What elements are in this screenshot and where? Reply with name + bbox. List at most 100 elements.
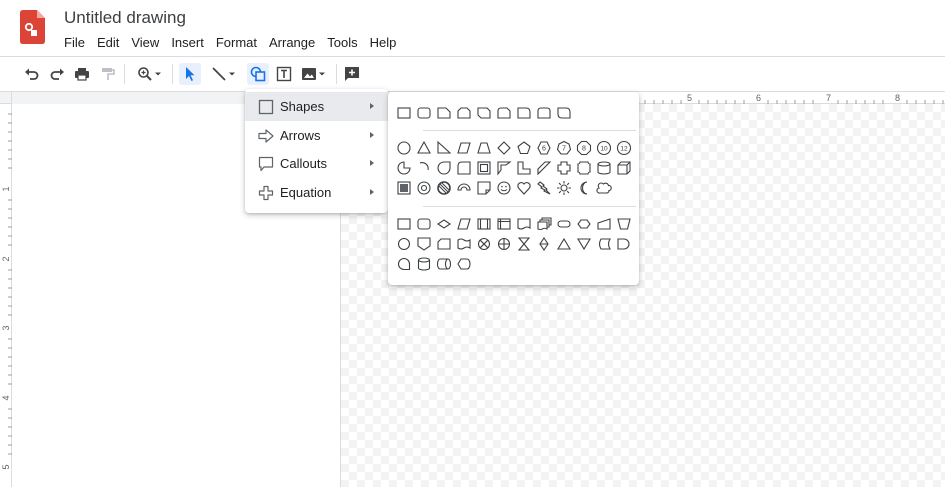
hexagon-6-shape-icon[interactable]: 6 <box>536 140 552 156</box>
half-frame-shape-icon[interactable] <box>496 160 512 176</box>
flowchart-extract-shape-icon[interactable] <box>556 236 572 252</box>
rectangle-shape-icon[interactable] <box>396 105 412 121</box>
frame-shape-icon[interactable] <box>476 160 492 176</box>
flowchart-process-shape-icon[interactable] <box>396 216 412 232</box>
snip-same-side-shape-icon[interactable] <box>456 105 472 121</box>
dodecagon-12-shape-icon[interactable]: 12 <box>616 140 632 156</box>
menu-item-equation[interactable]: Equation <box>245 178 388 207</box>
smiley-face-shape-icon[interactable] <box>496 180 512 196</box>
flowchart-decision-shape-icon[interactable] <box>436 216 452 232</box>
menu-edit[interactable]: Edit <box>91 33 125 52</box>
flowchart-or-shape-icon[interactable] <box>496 236 512 252</box>
menu-view[interactable]: View <box>125 33 165 52</box>
bevel-shape-icon[interactable] <box>396 180 412 196</box>
octagon-8-shape-icon[interactable]: 8 <box>576 140 592 156</box>
moon-shape-icon[interactable] <box>576 180 592 196</box>
document-title[interactable]: Untitled drawing <box>64 8 186 28</box>
flowchart-summing-junction-shape-icon[interactable] <box>476 236 492 252</box>
shape-button[interactable] <box>247 63 269 85</box>
parallelogram-shape-icon[interactable] <box>456 140 472 156</box>
flowchart-merge-shape-icon[interactable] <box>576 236 592 252</box>
drawings-logo-icon[interactable] <box>20 10 45 44</box>
flowchart-punched-tape-shape-icon[interactable] <box>456 236 472 252</box>
sun-shape-icon[interactable] <box>556 180 572 196</box>
menu-file[interactable]: File <box>58 33 91 52</box>
text-box-button[interactable] <box>274 63 294 85</box>
menu-insert[interactable]: Insert <box>165 33 210 52</box>
toolbar-separator <box>336 64 337 84</box>
menu-item-label: Arrows <box>280 128 321 143</box>
flowchart-delay-2-shape-icon[interactable] <box>616 236 632 252</box>
paint-format-button[interactable] <box>99 63 117 85</box>
heptagon-7-shape-icon[interactable]: 7 <box>556 140 572 156</box>
flowchart-predefined-process-shape-icon[interactable] <box>476 216 492 232</box>
flowchart-sort-shape-icon[interactable] <box>536 236 552 252</box>
cloud-shape-icon[interactable] <box>596 180 612 196</box>
flowchart-direct-access-storage-shape-icon[interactable] <box>436 256 452 272</box>
flowchart-multidocument-shape-icon[interactable] <box>536 216 552 232</box>
ruler-number: 7 <box>826 93 832 103</box>
flowchart-internal-storage-shape-icon[interactable] <box>496 216 512 232</box>
pentagon-shape-icon[interactable] <box>516 140 532 156</box>
flowchart-delay-shape-icon[interactable] <box>456 160 472 176</box>
lightning-bolt-shape-icon[interactable] <box>536 180 552 196</box>
flowchart-offpage-connector-shape-icon[interactable] <box>416 236 432 252</box>
can-shape-icon[interactable] <box>596 160 612 176</box>
menu-item-arrows[interactable]: Arrows <box>245 121 388 150</box>
rounded-rectangle-shape-icon[interactable] <box>416 105 432 121</box>
flowchart-data-shape-icon[interactable] <box>456 216 472 232</box>
flowchart-alternate-process-shape-icon[interactable] <box>416 216 432 232</box>
round-single-corner-shape-icon[interactable] <box>516 105 532 121</box>
menu-tools[interactable]: Tools <box>321 33 363 52</box>
heart-shape-icon[interactable] <box>516 180 532 196</box>
menu-format[interactable]: Format <box>210 33 263 52</box>
plus-shape-icon[interactable] <box>556 160 572 176</box>
undo-button[interactable] <box>23 63 41 85</box>
diagonal-stripe-shape-icon[interactable] <box>536 160 552 176</box>
menu-arrange[interactable]: Arrange <box>263 33 321 52</box>
flowchart-card-shape-icon[interactable] <box>436 236 452 252</box>
menu-help[interactable]: Help <box>364 33 403 52</box>
pie-shape-icon[interactable] <box>396 160 412 176</box>
redo-button[interactable] <box>48 63 66 85</box>
flowchart-preparation-shape-icon[interactable] <box>576 216 592 232</box>
donut-shape-icon[interactable] <box>416 180 432 196</box>
flowchart-magnetic-disk-shape-icon[interactable] <box>416 256 432 272</box>
flowchart-display-shape-icon[interactable] <box>456 256 472 272</box>
cube-shape-icon[interactable] <box>616 160 632 176</box>
snip-round-shape-icon[interactable] <box>496 105 512 121</box>
no-symbol-shape-icon[interactable] <box>436 180 452 196</box>
image-button[interactable] <box>299 63 329 85</box>
flowchart-connector-shape-icon[interactable] <box>396 236 412 252</box>
right-triangle-shape-icon[interactable] <box>436 140 452 156</box>
flowchart-manual-input-shape-icon[interactable] <box>596 216 612 232</box>
menu-item-callouts[interactable]: Callouts <box>245 149 388 178</box>
corner-shape-icon[interactable] <box>516 160 532 176</box>
triangle-shape-icon[interactable] <box>416 140 432 156</box>
flowchart-manual-operation-shape-icon[interactable] <box>616 216 632 232</box>
plaque-shape-icon[interactable] <box>576 160 592 176</box>
select-button[interactable] <box>179 63 201 85</box>
diamond-shape-icon[interactable] <box>496 140 512 156</box>
flowchart-collate-shape-icon[interactable] <box>516 236 532 252</box>
folded-corner-shape-icon[interactable] <box>476 180 492 196</box>
chord-shape-icon[interactable] <box>416 160 432 176</box>
flowchart-terminator-shape-icon[interactable] <box>556 216 572 232</box>
flowchart-stored-data-shape-icon[interactable] <box>596 236 612 252</box>
snip-single-corner-shape-icon[interactable] <box>436 105 452 121</box>
flowchart-document-shape-icon[interactable] <box>516 216 532 232</box>
flowchart-sequential-access-storage-shape-icon[interactable] <box>396 256 412 272</box>
decagon-10-shape-icon[interactable]: 10 <box>596 140 612 156</box>
trapezoid-shape-icon[interactable] <box>476 140 492 156</box>
print-button[interactable] <box>73 63 91 85</box>
menu-item-shapes[interactable]: Shapes <box>245 92 388 121</box>
add-comment-button[interactable] <box>342 63 362 85</box>
teardrop-shape-icon[interactable] <box>436 160 452 176</box>
line-button[interactable] <box>206 63 242 85</box>
snip-diagonal-shape-icon[interactable] <box>476 105 492 121</box>
round-same-side-shape-icon[interactable] <box>536 105 552 121</box>
zoom-button[interactable] <box>133 63 167 85</box>
ellipse-shape-icon[interactable] <box>396 140 412 156</box>
round-diagonal-shape-icon[interactable] <box>556 105 572 121</box>
block-arc-shape-icon[interactable] <box>456 180 472 196</box>
